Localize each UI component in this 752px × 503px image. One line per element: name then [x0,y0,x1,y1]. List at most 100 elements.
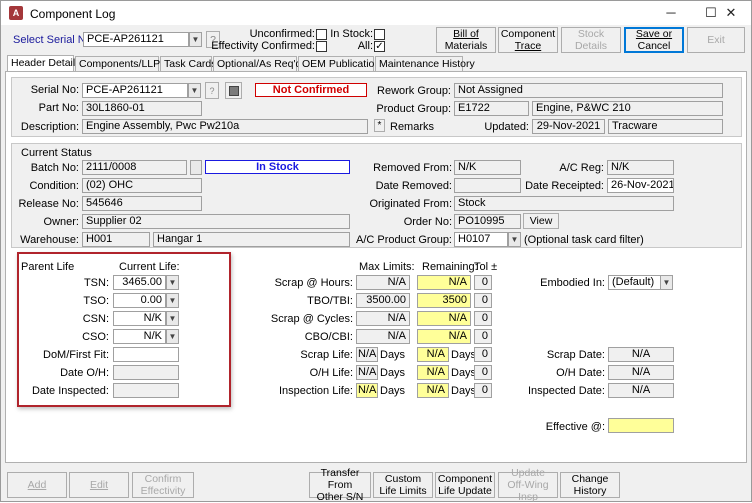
transfer-line-1: Transfer From [320,467,360,491]
date-removed-field[interactable] [454,178,521,193]
batch-dropdown[interactable] [190,160,202,175]
custom-life-limits-button[interactable]: Custom Life Limits [373,472,433,498]
remarks-button[interactable]: * [374,119,385,132]
effective-at-field[interactable] [608,418,674,433]
scrap-cycles-tol[interactable]: 0 [474,311,492,326]
scrap-cycles-max[interactable]: N/A [356,311,410,326]
scrap-hours-max[interactable]: N/A [356,275,410,290]
add-button[interactable]: Add [7,472,67,498]
scrap-life-remaining[interactable]: N/A [417,347,449,362]
tab-maintenance-history[interactable]: Maintenance History [375,56,475,71]
custom-line-1: Custom [384,473,422,485]
bill-line-2: Materials [444,40,488,52]
stock-details-button[interactable]: Stock Details [561,27,621,53]
ac-product-group-combo[interactable]: H0107 [454,232,508,247]
in-stock-checkbox[interactable] [374,29,385,40]
inspection-life-max[interactable]: N/A [356,383,378,398]
tbo-tbi-remaining[interactable]: 3500 [417,293,471,308]
updated-by-field: Tracware [608,119,723,134]
edit-label: Edit [89,479,109,491]
chevron-down-icon[interactable]: ▼ [188,83,201,98]
originated-from-field[interactable]: Stock [454,196,674,211]
owner-field[interactable]: Supplier 02 [82,214,350,229]
inspection-life-tol[interactable]: 0 [474,383,492,398]
scrap-life-max[interactable]: N/A [356,347,378,362]
remaining-header: Remaining: [422,261,478,273]
updated-label: Updated: [484,121,529,133]
condition-field[interactable]: (02) OHC [82,178,202,193]
transfer-from-other-sn-button[interactable]: Transfer From Other S/N [309,467,371,503]
bill-of-materials-button[interactable]: Bill of Materials [436,27,496,53]
cbo-cbi-remaining[interactable]: N/A [417,329,471,344]
calculator-button[interactable] [225,82,242,99]
update-line-1: Update [511,467,545,479]
trace-line-2: Trace [514,40,542,52]
ac-reg-field[interactable]: N/K [607,160,674,175]
oh-life-rem-days: Days [451,367,477,379]
removed-from-field[interactable]: N/K [454,160,521,175]
embodied-in-label: Embodied In: [540,277,605,289]
confirm-effectivity-button[interactable]: Confirm Effectivity [132,472,194,498]
inspected-date-field[interactable]: N/A [608,383,674,398]
tab-task-cards[interactable]: Task Cards [160,56,217,71]
window-title: Component Log [30,7,116,21]
component-trace-button[interactable]: Component Trace [498,27,558,53]
batch-no-field[interactable]: 2111/0008 [82,160,187,175]
scrap-life-tol[interactable]: 0 [474,347,492,362]
description-field[interactable]: Engine Assembly, Pwc Pw210a [82,119,368,134]
scrap-cycles-remaining[interactable]: N/A [417,311,471,326]
tolerance-header: Tol ± [474,261,498,273]
update-off-wing-insp-button[interactable]: Update Off-Wing Insp [498,467,558,503]
not-confirmed-badge: Not Confirmed [255,83,367,97]
chevron-down-icon[interactable]: ▼ [189,32,202,47]
select-serial-combo[interactable]: PCE-AP261121 [83,32,189,47]
product-group-code-field[interactable]: E1722 [454,101,529,116]
chevron-down-icon[interactable]: ▼ [508,232,521,247]
oh-life-tol[interactable]: 0 [474,365,492,380]
ac-product-group-note: (Optional task card filter) [524,234,644,246]
view-order-button[interactable]: View [523,213,559,229]
order-no-field[interactable]: PO10995 [454,214,521,229]
warehouse-code-field[interactable]: H001 [82,232,150,247]
bill-line-1: Bill of [453,28,479,40]
oh-life-max[interactable]: N/A [356,365,378,380]
release-no-field[interactable]: 545646 [82,196,202,211]
warehouse-name-field[interactable]: Hangar 1 [153,232,350,247]
custom-line-2: Life Limits [379,485,427,497]
scrap-hours-tol[interactable]: 0 [474,275,492,290]
batch-no-label: Batch No: [30,162,79,174]
component-life-update-button[interactable]: Component Life Update [435,472,495,498]
minimize-button[interactable]: ─ [651,1,691,25]
chevron-down-icon[interactable]: ▼ [660,275,673,290]
access-app-icon: A [9,6,23,20]
rework-group-label: Rework Group: [377,85,451,97]
cbo-cbi-tol[interactable]: 0 [474,329,492,344]
inspection-life-remaining[interactable]: N/A [417,383,449,398]
all-checkbox[interactable]: ✓ [374,41,385,52]
edit-button[interactable]: Edit [69,472,129,498]
trace-line-1: Component [500,28,556,40]
change-line-1: Change [571,473,609,485]
part-no-field[interactable]: 30L1860-01 [82,101,202,116]
product-group-name-field[interactable]: Engine, P&WC 210 [532,101,723,116]
close-button[interactable]: ✕ [711,1,751,25]
tbo-tbi-tol[interactable]: 0 [474,293,492,308]
change-history-button[interactable]: Change History [560,472,620,498]
exit-button[interactable]: Exit [687,27,745,53]
save-or-cancel-button[interactable]: Save or Cancel [624,27,684,53]
embodied-in-combo[interactable]: (Default) [608,275,661,290]
tab-optional-as-reqd[interactable]: Optional/As Req'd [213,56,301,71]
oh-life-remaining[interactable]: N/A [417,365,449,380]
scrap-date-field[interactable]: N/A [608,347,674,362]
tab-components-llps[interactable]: Components/LLP's [75,56,167,71]
tab-oem-publications[interactable]: OEM Publications [298,56,385,71]
date-receipted-field[interactable]: 26-Nov-2021 [607,178,674,193]
cbo-cbi-max[interactable]: N/A [356,329,410,344]
tab-header-details[interactable]: Header Details [7,55,80,71]
scrap-hours-remaining[interactable]: N/A [417,275,471,290]
serial-no-combo[interactable]: PCE-AP261121 [82,83,188,98]
serial-help-button[interactable]: ? [205,82,219,99]
tbo-tbi-max[interactable]: 3500.00 [356,293,410,308]
rework-group-field[interactable]: Not Assigned [454,83,723,98]
oh-date-field[interactable]: N/A [608,365,674,380]
